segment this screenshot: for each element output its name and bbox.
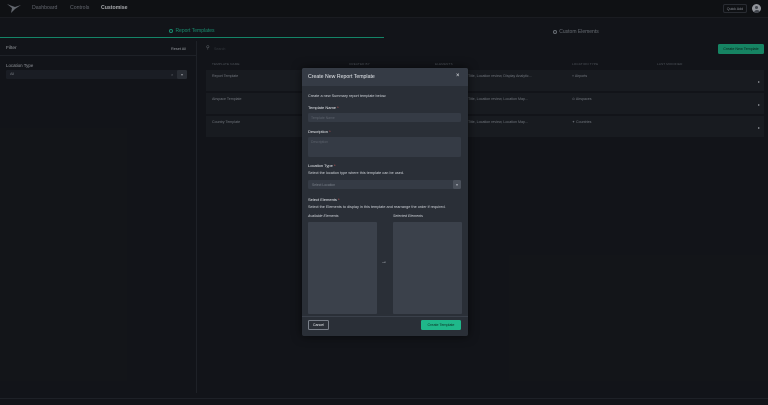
arrow-right-icon[interactable]: → xyxy=(381,259,387,265)
description-field[interactable] xyxy=(308,137,461,157)
location-type-label: Location Type * xyxy=(308,163,336,168)
location-select-placeholder: Select Location xyxy=(312,182,336,187)
template-name-label: Template Name * xyxy=(308,105,339,110)
cancel-button[interactable]: Cancel xyxy=(308,320,329,330)
chevron-down-icon[interactable]: ▾ xyxy=(453,180,461,189)
selected-elements-list[interactable] xyxy=(393,222,462,314)
available-elements-title: Available Elements xyxy=(308,214,339,218)
create-template-button[interactable]: Create Template xyxy=(421,320,461,330)
selected-elements-title: Selected Elements xyxy=(393,214,423,218)
location-type-help: Select the location type where this temp… xyxy=(308,171,405,175)
location-select[interactable]: Select Location ▾ xyxy=(308,180,461,189)
template-name-field[interactable] xyxy=(308,113,461,122)
modal-header: Create New Report Template × xyxy=(302,68,468,86)
modal-intro: Create a new Summary report template bel… xyxy=(308,94,387,98)
select-elements-label: Select Elements * xyxy=(308,197,340,202)
create-template-modal: Create New Report Template × Create a ne… xyxy=(302,68,468,336)
divider xyxy=(302,316,468,317)
available-elements-list[interactable] xyxy=(308,222,377,314)
select-elements-help: Select the Elements to display in this t… xyxy=(308,205,446,209)
modal-title: Create New Report Template xyxy=(308,74,375,80)
close-icon[interactable]: × xyxy=(456,73,460,79)
description-label: Description * xyxy=(308,129,331,134)
